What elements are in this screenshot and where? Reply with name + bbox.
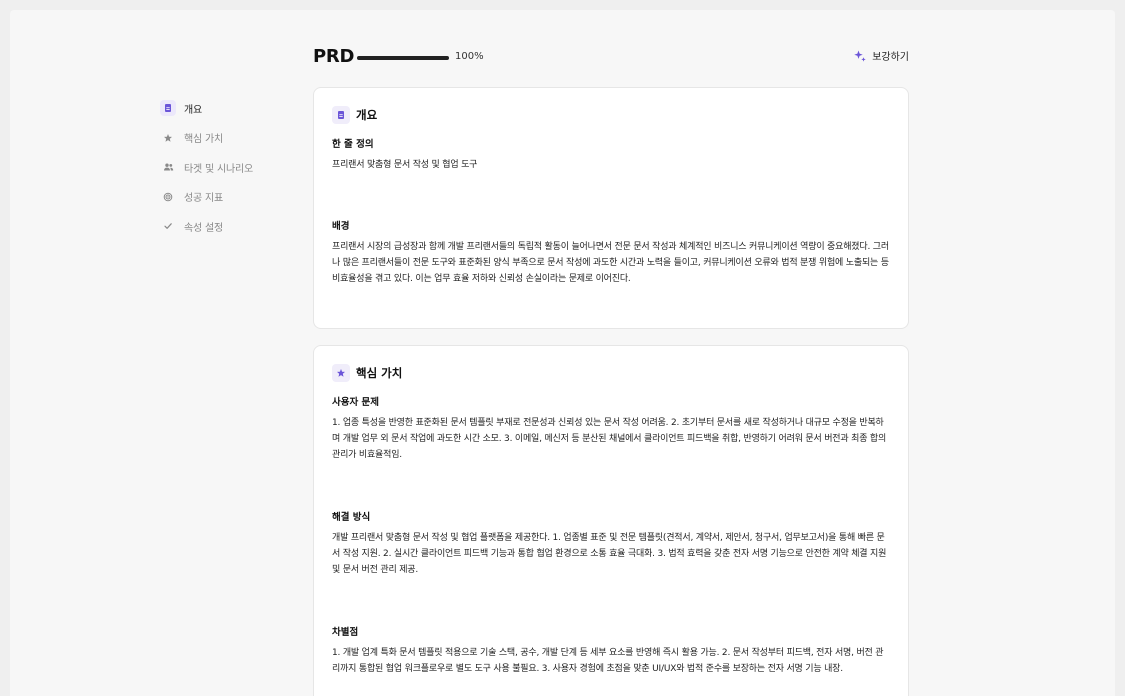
star-icon (332, 364, 350, 382)
card-title: 핵심 가치 (356, 366, 403, 380)
sidebar-item-label: 속성 설정 (184, 222, 223, 234)
page-title: PRD (313, 46, 355, 67)
sidebar-item-settings[interactable]: 속성 설정 (160, 216, 300, 236)
app-frame: PRD 100% 보강하기 개요 핵심 가치 타겟 및 시나리오 성공 지표 속… (10, 10, 1115, 696)
sidebar-item-label: 타겟 및 시나리오 (184, 163, 253, 175)
sidebar-item-label: 개요 (184, 104, 202, 116)
card-header: 개요 (332, 106, 890, 124)
card-header: 핵심 가치 (332, 364, 890, 382)
card-title: 개요 (356, 108, 378, 122)
background-text: 프리랜서 시장의 급성장과 함께 개발 프리랜서들의 독립적 활동이 늘어나면서… (332, 242, 889, 284)
sidebar-item-metrics[interactable]: 성공 지표 (160, 187, 300, 207)
diff-text: 1. 개발 업계 특화 문서 템플릿 적용으로 기술 스택, 공수, 개발 단계… (332, 648, 884, 674)
sidebar-item-label: 핵심 가치 (184, 134, 223, 145)
document-icon (160, 100, 176, 116)
core-value-card: 핵심 가치 사용자 문제 1. 업종 특성을 반영한 표준화된 문서 템플릿 부… (313, 345, 909, 696)
star-icon (160, 130, 176, 146)
solution-label: 해결 방식 (332, 512, 371, 523)
problem-text: 1. 업종 특성을 반영한 표준화된 문서 템플릿 부재로 전문성과 신뢰성 있… (332, 418, 887, 460)
document-icon (332, 106, 350, 124)
check-icon (160, 218, 176, 234)
one-liner-label: 한 줄 정의 (332, 139, 374, 150)
background-label: 배경 (332, 221, 350, 232)
sidebar-item-core-value[interactable]: 핵심 가치 (160, 128, 300, 148)
problem-label: 사용자 문제 (332, 397, 380, 408)
users-icon (160, 159, 176, 175)
solution-text: 개발 프리랜서 맞춤형 문서 작성 및 협업 플랫폼을 제공한다. 1. 업종별… (332, 533, 887, 575)
progress-label: 100% (455, 51, 484, 62)
sidebar-item-label: 성공 지표 (184, 193, 223, 204)
one-liner-text: 프리랜서 맞춤형 문서 작성 및 협업 도구 (332, 160, 478, 170)
enhance-label: 보강하기 (872, 52, 909, 63)
progress-bar (357, 56, 449, 60)
enhance-button[interactable]: 보강하기 (853, 48, 909, 63)
sidebar-item-target[interactable]: 타겟 및 시나리오 (160, 157, 300, 177)
sidebar-item-overview[interactable]: 개요 (160, 98, 300, 118)
sidebar-nav: 개요 핵심 가치 타겟 및 시나리오 성공 지표 속성 설정 (160, 98, 300, 246)
progress-fill (357, 56, 449, 60)
overview-card: 개요 한 줄 정의 프리랜서 맞춤형 문서 작성 및 협업 도구 배경 프리랜서… (313, 87, 909, 329)
diff-label: 차별점 (332, 627, 359, 638)
sparkle-icon (854, 50, 866, 62)
page-header: PRD 100% 보강하기 (313, 46, 909, 70)
target-icon (160, 189, 176, 205)
